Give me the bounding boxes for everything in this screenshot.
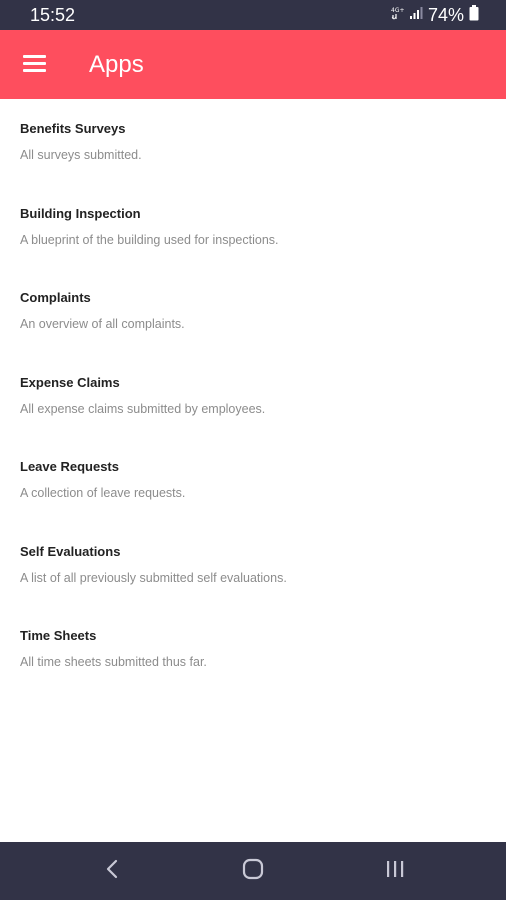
list-item-title: Time Sheets: [20, 628, 97, 643]
list-item-title: Benefits Surveys: [20, 121, 126, 136]
status-bar: 15:52 4G+ 74%: [0, 0, 506, 30]
signal-icon: [409, 6, 423, 25]
list-item-title: Building Inspection: [20, 205, 141, 221]
list-item-self-evaluations[interactable]: Self Evaluations A list of all previousl…: [0, 522, 506, 607]
list-item-benefits-surveys[interactable]: Benefits Surveys All surveys submitted.: [0, 99, 506, 184]
list-item-leave-requests[interactable]: Leave Requests A collection of leave req…: [0, 437, 506, 522]
navigation-bar: [0, 842, 506, 900]
status-indicators: 4G+ 74%: [391, 4, 479, 26]
network-4g-icon: 4G+: [391, 6, 405, 25]
page-title: Apps: [89, 51, 144, 78]
list-item-building-inspection[interactable]: Building Inspection A blueprint of the b…: [0, 184, 506, 269]
menu-button[interactable]: [14, 44, 56, 86]
list-item-expense-claims[interactable]: Expense Claims All expense claims submit…: [0, 353, 506, 438]
list-item-complaints[interactable]: Complaints An overview of all complaints…: [0, 268, 506, 353]
status-signal-group: 4G+: [391, 6, 423, 25]
list-item-description: An overview of all complaints.: [20, 317, 185, 331]
list-item-description: All expense claims submitted by employee…: [20, 401, 266, 416]
status-time: 15:52: [30, 5, 76, 25]
app-bar: Apps: [0, 30, 506, 99]
list-item-description: All surveys submitted.: [20, 148, 142, 162]
recent-apps-icon: [385, 859, 405, 884]
home-icon: [242, 858, 264, 885]
list-item-description: A collection of leave requests.: [20, 486, 186, 500]
list-item-description: A blueprint of the building used for ins…: [20, 232, 279, 247]
screen: 15:52 4G+ 74% Apps Benefits Surveys All …: [0, 0, 506, 900]
hamburger-menu-icon: [23, 53, 47, 78]
app-list: Benefits Surveys All surveys submitted. …: [0, 99, 506, 691]
back-button[interactable]: [82, 842, 142, 900]
list-item-description: All time sheets submitted thus far.: [20, 655, 207, 669]
list-item-time-sheets[interactable]: Time Sheets All time sheets submitted th…: [0, 606, 506, 691]
svg-text:4G+: 4G+: [391, 7, 405, 14]
list-item-title: Leave Requests: [20, 459, 119, 474]
list-item-title: Complaints: [20, 290, 91, 305]
recent-apps-button[interactable]: [365, 842, 425, 900]
list-item-title: Expense Claims: [20, 374, 120, 390]
battery-percentage: 74%: [427, 5, 464, 25]
list-item-title: Self Evaluations: [20, 543, 121, 559]
list-item-description: A list of all previously submitted self …: [20, 570, 287, 585]
back-icon: [105, 859, 119, 884]
battery-icon: [469, 4, 479, 26]
home-button[interactable]: [223, 842, 283, 900]
